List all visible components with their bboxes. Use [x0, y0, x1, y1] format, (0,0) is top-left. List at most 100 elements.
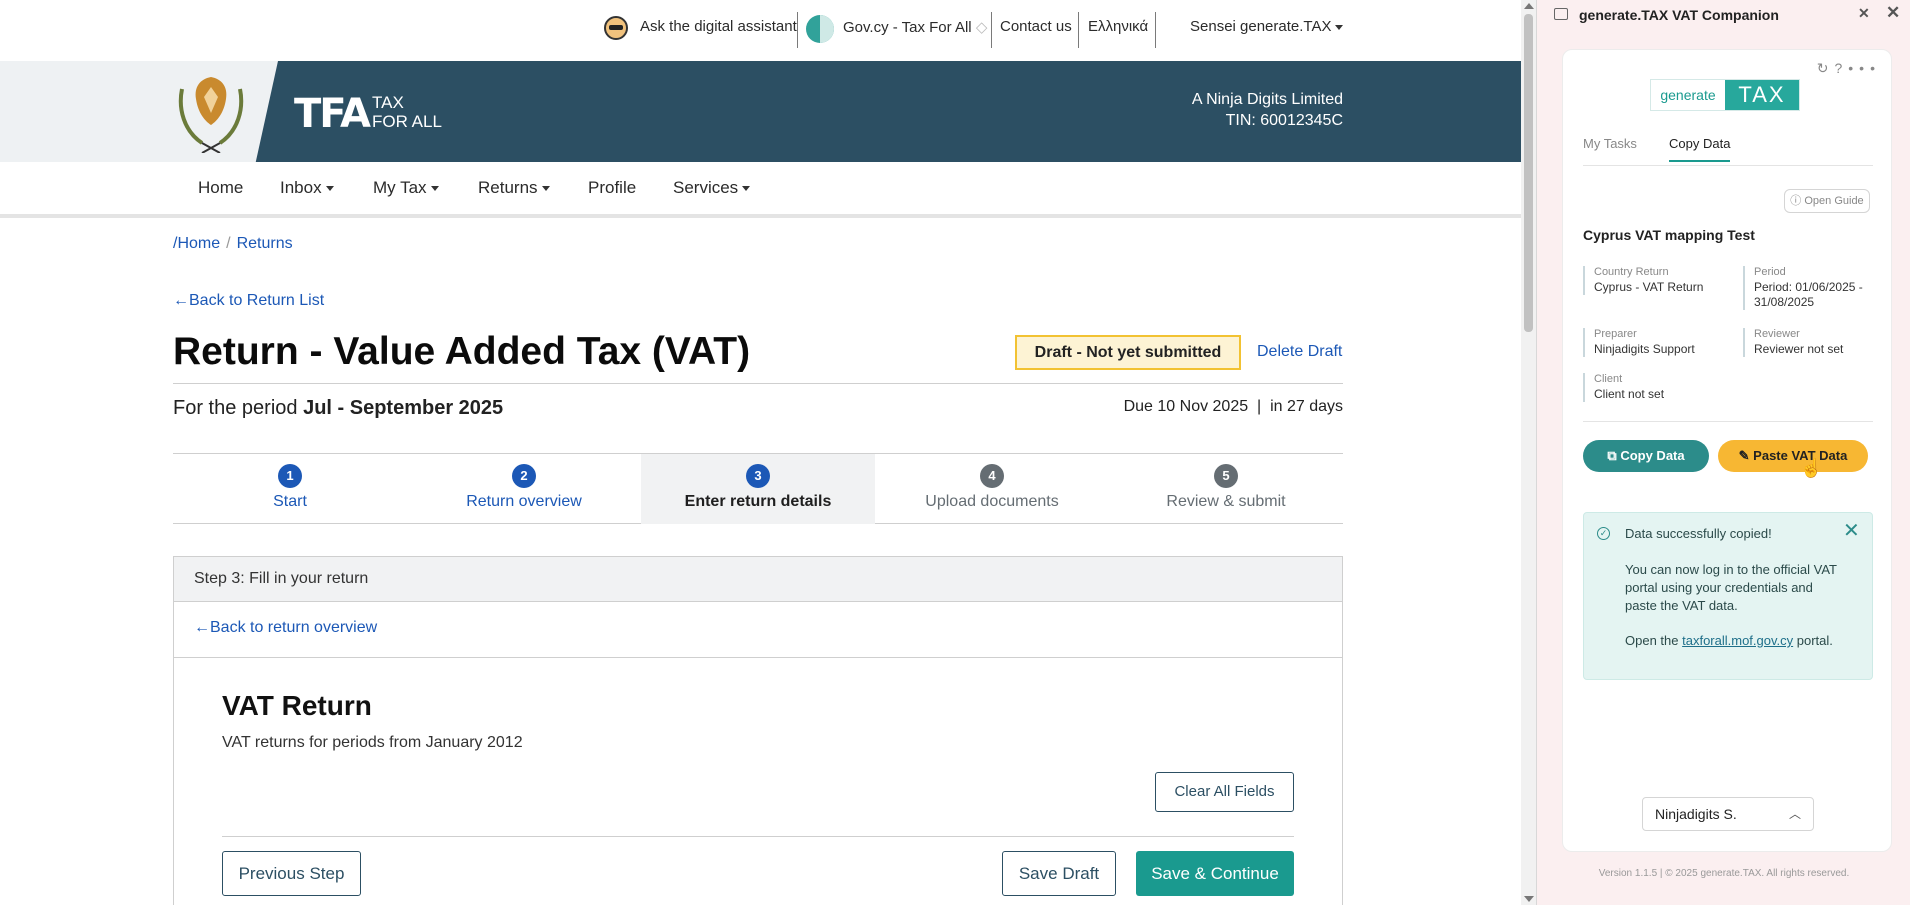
govcy-label: Gov.cy - Tax For All — [843, 19, 972, 36]
back-to-overview-link[interactable]: ←Back to return overview — [194, 619, 377, 637]
tin-number: TIN: 60012345C — [1225, 112, 1343, 129]
refresh-icon[interactable]: ↻ — [1817, 60, 1835, 76]
user-selector-label: Ninjadigits S. — [1655, 806, 1737, 822]
language-link[interactable]: Ελληνικά — [1088, 18, 1148, 35]
divider — [1078, 12, 1079, 48]
step-return-overview[interactable]: 2 Return overview — [407, 454, 641, 524]
digital-assistant-link[interactable]: Ask the digital assistant — [640, 18, 797, 35]
meta-preparer: Preparer Ninjadigits Support — [1583, 328, 1731, 357]
step-start[interactable]: 1 Start — [173, 454, 407, 524]
step-upload-documents[interactable]: 4 Upload documents — [875, 454, 1109, 524]
tax-portal-page: Ask the digital assistant Gov.cy - Tax F… — [0, 0, 1521, 905]
divider — [1583, 421, 1873, 422]
tfa-line2: FOR ALL — [372, 112, 442, 131]
step-review-submit[interactable]: 5 Review & submit — [1109, 454, 1343, 524]
period-value: Jul - September 2025 — [303, 397, 504, 419]
side-panel-titlebar: generate.TAX VAT Companion ✕ ✕ — [1537, 0, 1910, 30]
main-nav: Home Inbox My Tax Returns Profile Servic… — [0, 162, 1521, 218]
save-continue-button[interactable]: Save & Continue — [1136, 851, 1294, 896]
nav-profile[interactable]: Profile — [588, 178, 636, 198]
clear-all-fields-button[interactable]: Clear All Fields — [1155, 772, 1294, 812]
taxforall-portal-link[interactable]: taxforall.mof.gov.cy — [1682, 633, 1793, 648]
question-circle-icon: ⓘ — [1790, 195, 1802, 207]
side-panel-title: generate.TAX VAT Companion — [1579, 7, 1779, 23]
period-prefix: For the period — [173, 397, 304, 419]
nav-my-tax[interactable]: My Tax — [373, 178, 439, 198]
breadcrumb-returns[interactable]: Returns — [237, 235, 293, 252]
user-menu[interactable]: Sensei generate.TAX — [1190, 18, 1344, 35]
form-subtitle: VAT returns for periods from January 201… — [222, 734, 523, 751]
screen: Ask the digital assistant Gov.cy - Tax F… — [0, 0, 1910, 905]
success-body: You can now log in to the official VAT p… — [1625, 562, 1837, 613]
nav-my-tax-label: My Tax — [373, 178, 427, 197]
nav-services[interactable]: Services — [673, 178, 751, 198]
meta-period: Period Period: 01/06/2025 - 31/08/2025 — [1743, 266, 1873, 310]
scroll-down-arrow-icon[interactable] — [1524, 896, 1534, 902]
step-enter-return-details[interactable]: 3 Enter return details — [641, 454, 875, 524]
due-date-text: Due 10 Nov 2025 | in 27 days — [1124, 398, 1343, 416]
success-heading: Data successfully copied! — [1625, 526, 1772, 541]
nav-inbox-label: Inbox — [280, 178, 322, 197]
nav-inbox[interactable]: Inbox — [280, 178, 334, 198]
step-label: Upload documents — [925, 493, 1059, 510]
meta-country-return: Country Return Cyprus - VAT Return — [1583, 266, 1731, 295]
back-to-return-list-link[interactable]: ←Back to Return List — [173, 292, 324, 310]
meta-value: Client not set — [1594, 387, 1665, 401]
utility-bar: Ask the digital assistant Gov.cy - Tax F… — [0, 0, 1521, 61]
scroll-up-arrow-icon[interactable] — [1524, 3, 1534, 9]
company-name: A Ninja Digits Limited — [1191, 91, 1343, 108]
open-guide-label: Open Guide — [1804, 195, 1864, 207]
contact-link[interactable]: Contact us — [1000, 18, 1072, 35]
divider — [174, 657, 1342, 658]
meta-key: Country Return — [1594, 266, 1669, 278]
unpin-icon[interactable]: ✕ — [1858, 5, 1870, 22]
tfa-logo-mark: TFA — [294, 91, 371, 137]
divider — [1155, 12, 1156, 48]
previous-step-button[interactable]: Previous Step — [222, 851, 361, 896]
save-draft-button[interactable]: Save Draft — [1002, 851, 1116, 896]
return-form-panel: Step 3: Fill in your return ←Back to ret… — [173, 556, 1343, 905]
meta-reviewer: Reviewer Reviewer not set — [1743, 328, 1873, 357]
assistant-avatar-icon[interactable] — [604, 16, 628, 40]
meta-value: Period: 01/06/2025 - 31/08/2025 — [1754, 280, 1863, 309]
nav-returns[interactable]: Returns — [478, 178, 550, 198]
caret-down-icon — [541, 186, 550, 192]
step-number: 1 — [278, 464, 302, 488]
govcy-link[interactable]: Gov.cy - Tax For All ◇ — [843, 18, 987, 36]
tab-copy-data[interactable]: Copy Data — [1669, 136, 1731, 162]
meta-key: Client — [1594, 373, 1623, 385]
dismiss-alert-icon[interactable]: ✕ — [1843, 518, 1860, 543]
divider — [991, 12, 992, 48]
breadcrumb-home[interactable]: Home — [177, 235, 220, 252]
meta-client: Client Client not set — [1583, 373, 1731, 402]
close-icon[interactable]: ✕ — [1886, 3, 1900, 23]
caret-down-icon — [742, 186, 751, 192]
step-number: 4 — [980, 464, 1004, 488]
check-circle-icon: ✓ — [1597, 527, 1610, 540]
draft-status-badge: Draft - Not yet submitted — [1015, 335, 1241, 370]
open-guide-button[interactable]: ⓘ Open Guide — [1784, 189, 1870, 213]
user-selector[interactable]: Ninjadigits S. ︿ — [1642, 797, 1814, 831]
scrollbar-thumb[interactable] — [1524, 14, 1533, 332]
page-title: Return - Value Added Tax (VAT) — [173, 330, 751, 373]
due-date: Due 10 Nov 2025 — [1123, 398, 1249, 415]
taxpayer-info: A Ninja Digits Limited TIN: 60012345C — [1192, 89, 1343, 131]
period-text: For the period Jul - September 2025 — [173, 397, 503, 420]
companion-card: ↻?••• generate TAX My Tasks Copy Data ⓘ … — [1562, 49, 1892, 852]
progress-steps: 1 Start 2 Return overview 3 Enter return de… — [173, 453, 1343, 524]
step-label: Start — [273, 493, 307, 510]
step-label: Return overview — [466, 493, 582, 510]
step-number: 3 — [746, 464, 770, 488]
chevron-up-icon: ︿ — [1788, 807, 1801, 821]
nav-home[interactable]: Home — [198, 178, 243, 198]
paste-vat-data-button[interactable]: ✎ Paste VAT Data — [1718, 440, 1868, 472]
meta-key: Reviewer — [1754, 328, 1800, 340]
tab-my-tasks[interactable]: My Tasks — [1583, 136, 1637, 151]
page-scrollbar[interactable] — [1521, 0, 1536, 905]
delete-draft-link[interactable]: Delete Draft — [1257, 343, 1342, 361]
step-number: 2 — [512, 464, 536, 488]
logo-left: generate — [1651, 80, 1725, 110]
help-icon[interactable]: ? — [1834, 60, 1848, 76]
more-icon[interactable]: ••• — [1848, 60, 1881, 76]
copy-data-button[interactable]: ⧉ Copy Data — [1583, 440, 1709, 472]
